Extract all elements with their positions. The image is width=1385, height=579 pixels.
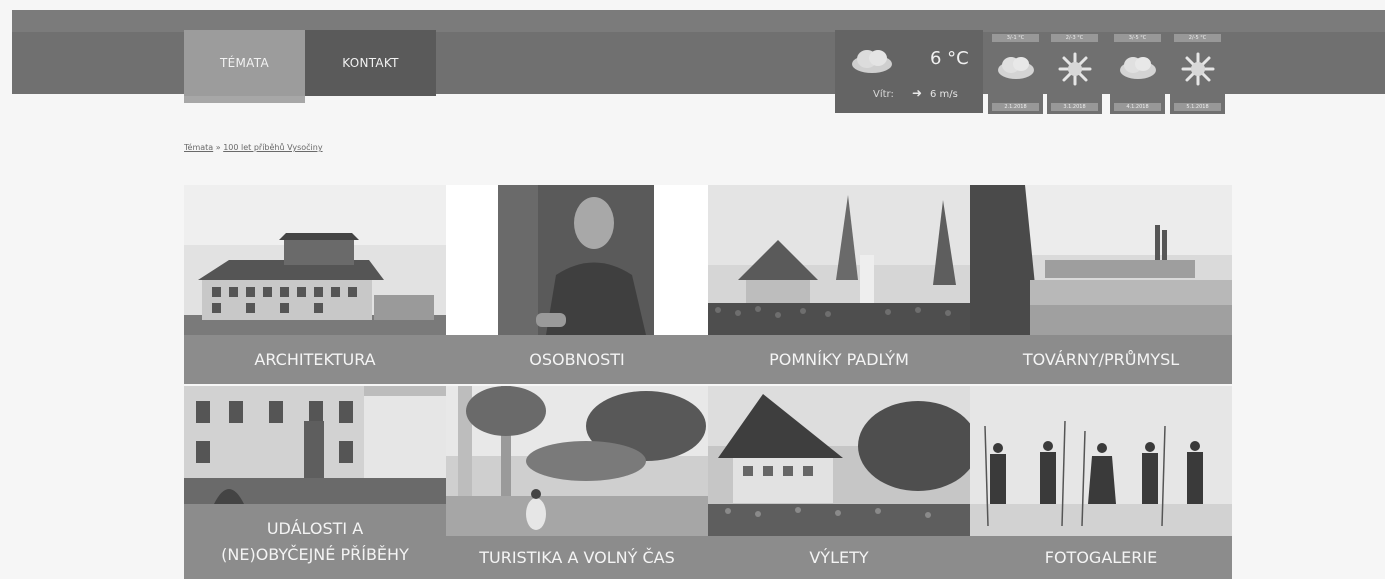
breadcrumb-separator: » [215,143,221,152]
cloud-icon [852,50,892,73]
tile-label-line1: UDÁLOSTI A [266,518,364,538]
snow-icon [1058,52,1092,86]
forecast-temp: 3/-1 °C [992,34,1039,42]
current-temperature: 6 °C [930,48,969,69]
cloud-icon [1120,57,1156,79]
tile-label: VÝLETY [708,536,970,579]
header-top-strip [12,10,1385,32]
tile-label: OSOBNOSTI [446,335,708,384]
tile-label: TOVÁRNY/PRŮMYSL [970,335,1232,384]
breadcrumb-link-current[interactable]: 100 let příběhů Vysočiny [223,143,322,152]
tile-architektura[interactable]: ARCHITEKTURA [184,185,446,384]
breadcrumb: Témata » 100 let příběhů Vysočiny [184,143,323,152]
breadcrumb-link-temata[interactable]: Témata [184,143,213,152]
wind-arrow-icon: ➜ [912,86,923,100]
wind-label: Vítr: [873,89,894,100]
forecast-temp: 2/-3 °C [1051,34,1098,42]
architecture-photo [184,185,446,335]
excursion-chalet-photo [708,386,970,536]
snow-icon [1181,52,1215,86]
tile-vylety[interactable]: VÝLETY [708,386,970,579]
forecast-temp: 2/-5 °C [1174,34,1221,42]
hikers-photo [970,386,1232,536]
weather-widget: 6 °C Vítr: ➜ 6 m/s [835,30,983,113]
cloud-icon [998,57,1034,79]
tile-label: POMNÍKY PADLÝM [708,335,970,384]
forecast-temp: 3/-5 °C [1114,34,1161,42]
tile-label: TURISTIKA A VOLNÝ ČAS [446,536,708,579]
town-event-photo [184,386,446,504]
war-memorial-photo [708,185,970,335]
factory-photo [970,185,1232,335]
tile-udalosti-pribehy[interactable]: UDÁLOSTI A (NE)OBYČEJNÉ PŘÍBĚHY [184,386,446,579]
forecast-day-3: 3/-5 °C 4.1.2018 [1110,32,1165,114]
nav-tab-kontakt[interactable]: KONTAKT [305,30,436,96]
forecast-date: 2.1.2018 [992,103,1039,111]
person-portrait-photo [446,185,708,335]
forecast-day-1: 3/-1 °C 2.1.2018 [988,32,1043,114]
forecast-date: 3.1.2018 [1051,103,1098,111]
tile-tovarny-prumysl[interactable]: TOVÁRNY/PRŮMYSL [970,185,1232,384]
tile-fotogalerie[interactable]: FOTOGALERIE [970,386,1232,579]
forecast-date: 5.1.2018 [1174,103,1221,111]
tile-pomniky-padlym[interactable]: POMNÍKY PADLÝM [708,185,970,384]
tile-label-line2: (NE)OBYČEJNÉ PŘÍBĚHY [221,544,409,564]
tile-label: FOTOGALERIE [970,536,1232,579]
forest-photo [446,386,708,536]
tile-turistika[interactable]: TURISTIKA A VOLNÝ ČAS [446,386,708,579]
tile-osobnosti[interactable]: OSOBNOSTI [446,185,708,384]
tile-label: ARCHITEKTURA [184,335,446,384]
forecast-day-2: 2/-3 °C 3.1.2018 [1047,32,1102,114]
forecast-day-4: 2/-5 °C 5.1.2018 [1170,32,1225,114]
tile-label: UDÁLOSTI A (NE)OBYČEJNÉ PŘÍBĚHY [184,504,446,579]
wind-speed: 6 m/s [930,89,958,100]
forecast-date: 4.1.2018 [1114,103,1161,111]
nav-tab-temata[interactable]: TÉMATA [184,30,305,103]
